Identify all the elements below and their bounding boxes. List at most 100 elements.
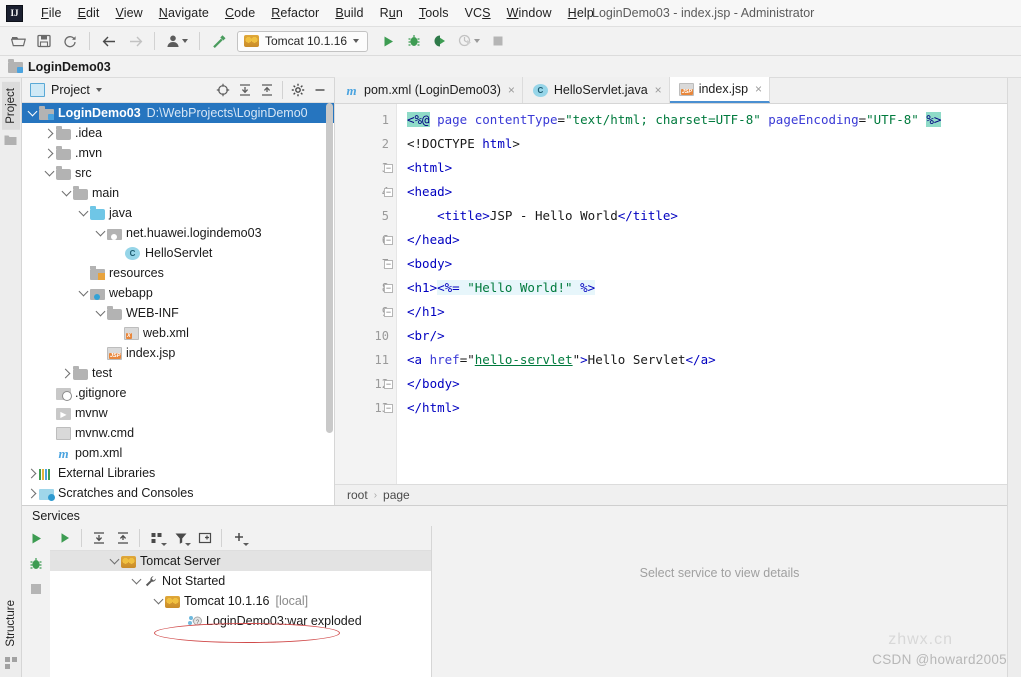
- breadcrumb-page[interactable]: page: [383, 488, 410, 502]
- menu-build[interactable]: Build: [327, 3, 371, 23]
- tree-node[interactable]: C HelloServlet: [22, 243, 334, 263]
- run-with-coverage-icon[interactable]: [428, 30, 452, 53]
- menu-file[interactable]: File: [33, 3, 70, 23]
- save-all-icon[interactable]: [32, 30, 56, 53]
- code-fold-icon[interactable]: −: [383, 396, 394, 420]
- tab-pom-xml[interactable]: m pom.xml (LoginDemo03) ×: [335, 77, 523, 103]
- tree-node[interactable]: .mvn: [22, 143, 334, 163]
- tree-node[interactable]: webapp: [22, 283, 334, 303]
- menu-edit[interactable]: Edit: [70, 3, 108, 23]
- services-title[interactable]: Services: [22, 506, 1007, 526]
- tool-tab-structure[interactable]: Structure: [2, 594, 20, 653]
- tree-node[interactable]: LoginDemo03 D:\WebProjects\LoginDemo0: [22, 103, 334, 123]
- menu-navigate[interactable]: Navigate: [151, 3, 217, 23]
- expand-all-icon[interactable]: [235, 81, 255, 100]
- tree-node[interactable]: WEB-INF: [22, 303, 334, 323]
- tree-node[interactable]: .gitignore: [22, 383, 334, 403]
- collapse-arrow-icon[interactable]: [94, 306, 107, 317]
- collapse-arrow-icon[interactable]: [60, 186, 73, 197]
- project-view-chevron-down-icon[interactable]: [95, 88, 102, 92]
- tree-node[interactable]: ▶ mvnw: [22, 403, 334, 423]
- code-fold-icon[interactable]: −: [383, 228, 394, 252]
- collapse-arrow-icon[interactable]: [77, 286, 90, 297]
- services-run-icon[interactable]: [30, 532, 43, 545]
- services-tree-node[interactable]: ? LoginDemo03:war exploded: [50, 611, 431, 631]
- services-tree-node[interactable]: Tomcat Server: [50, 551, 431, 571]
- code-fold-icon[interactable]: −: [383, 300, 394, 324]
- tree-node[interactable]: test: [22, 363, 334, 383]
- services-expand-all-icon[interactable]: [88, 528, 109, 548]
- menu-vcs[interactable]: VCS: [457, 3, 499, 23]
- collapse-arrow-icon[interactable]: [26, 106, 39, 117]
- collapse-all-icon[interactable]: [257, 81, 277, 100]
- code-fold-icon[interactable]: −: [383, 156, 394, 180]
- user-profile-icon[interactable]: [162, 30, 192, 53]
- navigate-back-icon[interactable]: [97, 30, 121, 53]
- expand-arrow-icon[interactable]: [60, 368, 73, 378]
- collapse-arrow-icon[interactable]: [94, 226, 107, 237]
- tree-node[interactable]: Scratches and Consoles: [22, 483, 334, 503]
- code-editor[interactable]: 123−4−56−7−8−9−101112−13− <%@ page conte…: [335, 104, 1007, 484]
- tree-node[interactable]: net.huawei.logindemo03: [22, 223, 334, 243]
- services-add-tab-icon[interactable]: [194, 528, 215, 548]
- tree-node[interactable]: main: [22, 183, 334, 203]
- menu-refactor[interactable]: Refactor: [263, 3, 327, 23]
- build-hammer-icon[interactable]: [207, 30, 231, 53]
- tree-node[interactable]: src: [22, 163, 334, 183]
- collapse-arrow-icon[interactable]: [108, 554, 121, 565]
- services-run-action-icon[interactable]: [54, 528, 75, 548]
- tab-close-icon[interactable]: ×: [755, 82, 762, 96]
- collapse-arrow-icon[interactable]: [130, 574, 143, 585]
- services-tree-node[interactable]: Tomcat 10.1.16 [local]: [50, 591, 431, 611]
- tab-helloservlet-java[interactable]: C HelloServlet.java ×: [522, 77, 670, 103]
- expand-arrow-icon[interactable]: [43, 128, 56, 138]
- expand-arrow-icon[interactable]: [26, 468, 39, 478]
- collapse-arrow-icon[interactable]: [152, 594, 165, 605]
- expand-arrow-icon[interactable]: [43, 148, 56, 158]
- tree-node[interactable]: External Libraries: [22, 463, 334, 483]
- menu-code[interactable]: Code: [217, 3, 263, 23]
- breadcrumb-root[interactable]: root: [347, 488, 368, 502]
- hide-tool-window-icon[interactable]: [310, 81, 330, 100]
- run-configuration-selector[interactable]: Tomcat 10.1.16: [237, 30, 369, 52]
- tab-close-icon[interactable]: ×: [508, 83, 515, 97]
- code-fold-icon[interactable]: −: [383, 276, 394, 300]
- tab-index-jsp[interactable]: JSP index.jsp ×: [669, 77, 771, 103]
- scrollbar-thumb[interactable]: [326, 103, 333, 433]
- project-panel-title[interactable]: Project: [51, 83, 90, 97]
- menu-tools[interactable]: Tools: [411, 3, 457, 23]
- code-content[interactable]: <%@ page contentType="text/html; charset…: [397, 104, 1007, 484]
- project-tree-scrollbar[interactable]: [324, 103, 334, 505]
- tree-node[interactable]: mvnw.cmd: [22, 423, 334, 443]
- tree-node[interactable]: JSP index.jsp: [22, 343, 334, 363]
- tab-close-icon[interactable]: ×: [655, 83, 662, 97]
- select-opened-file-icon[interactable]: [213, 81, 233, 100]
- collapse-arrow-icon[interactable]: [77, 206, 90, 217]
- settings-gear-icon[interactable]: [288, 81, 308, 100]
- services-tree[interactable]: Tomcat Server Not Started Tomcat 10.1.16 [l…: [50, 551, 431, 677]
- tree-node[interactable]: Xweb.xml: [22, 323, 334, 343]
- collapse-arrow-icon[interactable]: [43, 166, 56, 177]
- open-folder-icon[interactable]: [6, 30, 30, 53]
- code-fold-icon[interactable]: −: [383, 180, 394, 204]
- services-debug-icon[interactable]: [29, 557, 43, 571]
- services-add-service-icon[interactable]: [228, 528, 249, 548]
- tree-node[interactable]: java: [22, 203, 334, 223]
- tree-node[interactable]: m pom.xml: [22, 443, 334, 463]
- menu-run[interactable]: Run: [372, 3, 411, 23]
- run-icon[interactable]: [376, 30, 400, 53]
- tree-node[interactable]: .idea: [22, 123, 334, 143]
- services-filter-icon[interactable]: [170, 528, 191, 548]
- tool-tab-project[interactable]: Project: [1, 82, 20, 130]
- menu-view[interactable]: View: [108, 3, 151, 23]
- menu-window[interactable]: Window: [499, 3, 560, 23]
- navbar-project-name[interactable]: LoginDemo03: [28, 60, 111, 74]
- code-fold-icon[interactable]: −: [383, 252, 394, 276]
- project-tree[interactable]: LoginDemo03 D:\WebProjects\LoginDemo0 .ide…: [22, 103, 334, 505]
- debug-icon[interactable]: [402, 30, 426, 53]
- code-fold-icon[interactable]: −: [383, 372, 394, 396]
- services-group-by-icon[interactable]: [146, 528, 167, 548]
- services-tree-node[interactable]: Not Started: [50, 571, 431, 591]
- reload-from-disk-icon[interactable]: [58, 30, 82, 53]
- expand-arrow-icon[interactable]: [26, 488, 39, 498]
